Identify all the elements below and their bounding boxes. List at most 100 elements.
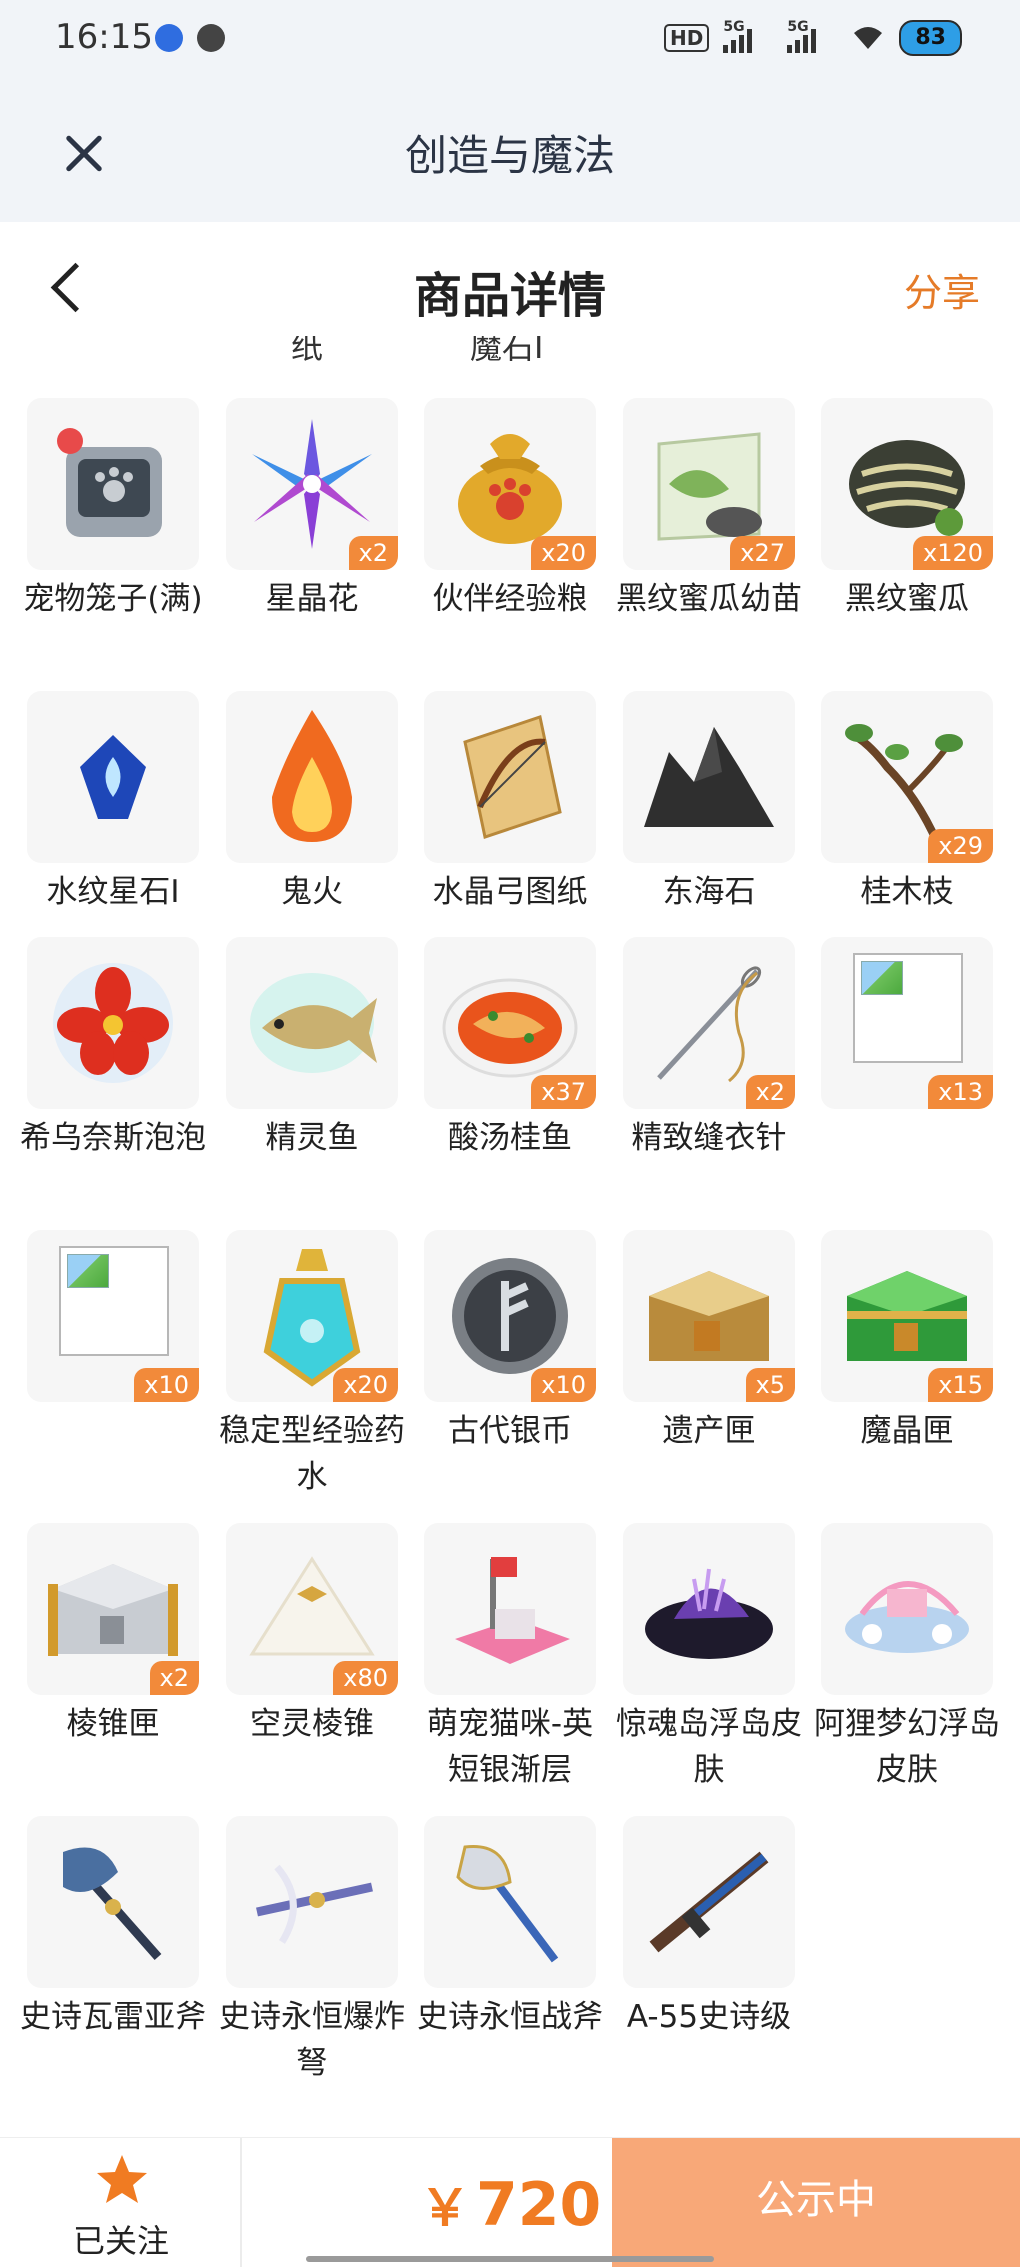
item-count-badge: x37 xyxy=(531,1075,596,1109)
item-thumbnail xyxy=(424,1816,596,1988)
grid-item[interactable]: 精灵鱼 xyxy=(226,937,398,1161)
grid-item[interactable]: 东海石 xyxy=(623,691,795,915)
grid-item[interactable]: x27 黑纹蜜瓜幼苗 xyxy=(616,398,802,622)
grid-item[interactable]: x15 魔晶匣 xyxy=(821,1230,993,1454)
page-title: 商品详情 xyxy=(413,268,606,324)
grid-item[interactable]: A-55史诗级 xyxy=(623,1816,795,2040)
item-thumbnail xyxy=(623,1816,795,1988)
item-name: 萌宠猫咪-英短银渐层 xyxy=(426,1706,594,1788)
item-name: 古代银币 xyxy=(448,1413,572,1449)
grid-item[interactable]: 水纹星石I xyxy=(27,691,199,915)
grid-item[interactable]: x2 精致缝衣针 xyxy=(623,937,795,1161)
grid-item[interactable]: x20 稳定型经验药水 xyxy=(219,1230,405,1500)
home-indicator[interactable] xyxy=(306,2256,714,2262)
rifle-icon xyxy=(623,1816,795,1988)
currency-symbol: ￥ xyxy=(420,2179,470,2237)
item-thumbnail: x37 xyxy=(424,937,596,1109)
grid-item[interactable]: x13 xyxy=(821,937,993,1109)
grid-item[interactable]: x10 xyxy=(27,1230,199,1402)
item-thumbnail: x2 xyxy=(226,398,398,570)
grid-item[interactable]: 惊魂岛浮岛皮肤 xyxy=(616,1523,802,1793)
grid-item[interactable]: x10 古代银币 xyxy=(424,1230,596,1454)
item-count-badge: x5 xyxy=(745,1368,795,1402)
grid-item[interactable]: x120 黑纹蜜瓜 xyxy=(821,398,993,622)
grid-item[interactable]: x29 桂木枝 xyxy=(821,691,993,915)
item-thumbnail xyxy=(27,1816,199,1988)
grid-item[interactable]: 史诗永恒爆炸弩 xyxy=(219,1816,405,2086)
item-name: 水纹星石I xyxy=(46,874,180,910)
item-name: 黑纹蜜瓜幼苗 xyxy=(616,581,802,617)
grid-item[interactable]: 史诗永恒战斧 xyxy=(417,1816,603,2040)
mini-program-title: 创造与魔法 xyxy=(404,131,615,180)
grid-item[interactable]: 萌宠猫咪-英短银渐层 xyxy=(424,1523,596,1793)
clipped-item-labels: 纸 魔石I xyxy=(0,336,1020,364)
item-name: 宠物笼子(满) xyxy=(23,581,203,617)
item-thumbnail xyxy=(27,937,199,1109)
item-thumbnail xyxy=(424,1523,596,1695)
item-name: 东海石 xyxy=(662,874,756,910)
notification-globe-icon xyxy=(197,24,225,52)
grid-item[interactable]: x80 空灵棱锥 xyxy=(226,1523,398,1747)
item-thumbnail xyxy=(226,937,398,1109)
item-thumbnail xyxy=(226,691,398,863)
item-count-badge: x10 xyxy=(134,1368,199,1402)
water-star-stone-icon xyxy=(27,691,199,863)
axe-icon xyxy=(27,1816,199,1988)
crossbow-icon xyxy=(226,1816,398,1988)
grid-item[interactable]: x37 酸汤桂鱼 xyxy=(424,937,596,1161)
grid-item[interactable]: 史诗瓦雷亚斧 xyxy=(20,1816,206,2040)
grid-item[interactable]: 阿狸梦幻浮岛皮肤 xyxy=(814,1523,1000,1793)
bow-blueprint-icon xyxy=(424,691,596,863)
ghost-fire-icon xyxy=(226,691,398,863)
detail-header: 商品详情 分享 xyxy=(0,222,1020,348)
grid-item[interactable]: 水晶弓图纸 xyxy=(424,691,596,915)
item-thumbnail xyxy=(623,691,795,863)
grid-item[interactable]: x2 星晶花 xyxy=(226,398,398,622)
item-name: 精灵鱼 xyxy=(265,1120,359,1156)
item-count-badge: x27 xyxy=(730,536,795,570)
signal-5g-icon: 5G xyxy=(787,19,837,53)
grid-item[interactable]: x2 棱锥匣 xyxy=(27,1523,199,1747)
item-thumbnail xyxy=(226,1816,398,1988)
item-name: 史诗永恒战斧 xyxy=(417,1999,603,2035)
follow-button[interactable]: 已关注 xyxy=(0,2138,242,2267)
item-thumbnail: x10 xyxy=(27,1230,199,1402)
item-count-badge: x2 xyxy=(745,1075,795,1109)
item-count-badge: x2 xyxy=(348,536,398,570)
item-name: 史诗瓦雷亚斧 xyxy=(20,1999,206,2035)
item-thumbnail: x15 xyxy=(821,1230,993,1402)
item-thumbnail xyxy=(623,1523,795,1695)
status-action-button[interactable]: 公示中 xyxy=(612,2138,1020,2267)
item-thumbnail: x2 xyxy=(623,937,795,1109)
spirit-fish-icon xyxy=(226,937,398,1109)
item-thumbnail: x29 xyxy=(821,691,993,863)
pet-cage-icon xyxy=(27,398,199,570)
item-name: 伙伴经验粮 xyxy=(432,581,588,617)
mini-program-header: 创造与魔法 xyxy=(0,80,1020,222)
signal-5g-icon: 5G xyxy=(723,19,773,53)
battle-axe-icon xyxy=(424,1816,596,1988)
item-count-badge: x10 xyxy=(531,1368,596,1402)
grid-item[interactable]: 鬼火 xyxy=(226,691,398,915)
bottom-bar: 已关注 ￥ 720 公示中 xyxy=(0,2137,1020,2267)
top-zone: 16:15 HD 5G 5G 83 创造与魔法 xyxy=(0,0,1020,222)
item-name: 酸汤桂鱼 xyxy=(448,1120,572,1156)
clipped-label: 魔石I xyxy=(470,336,544,364)
item-thumbnail: x5 xyxy=(623,1230,795,1402)
grid-item[interactable]: 希乌奈斯泡泡 xyxy=(20,937,206,1161)
star-icon xyxy=(97,2155,147,2203)
item-name: 魔晶匣 xyxy=(860,1413,954,1449)
grid-item[interactable]: 宠物笼子(满) xyxy=(23,398,203,622)
item-thumbnail xyxy=(27,398,199,570)
item-name: 棱锥匣 xyxy=(66,1706,160,1742)
status-time: 16:15 xyxy=(55,17,153,57)
grid-item[interactable]: x5 遗产匣 xyxy=(623,1230,795,1454)
share-button[interactable]: 分享 xyxy=(904,262,980,317)
item-count-badge: x20 xyxy=(531,536,596,570)
grid-item[interactable]: x20 伙伴经验粮 xyxy=(424,398,596,622)
red-flower-bubble-icon xyxy=(27,937,199,1109)
hd-icon: HD xyxy=(664,24,710,52)
item-thumbnail xyxy=(27,691,199,863)
follow-label: 已关注 xyxy=(72,2222,169,2260)
item-name: 惊魂岛浮岛皮肤 xyxy=(616,1706,802,1788)
